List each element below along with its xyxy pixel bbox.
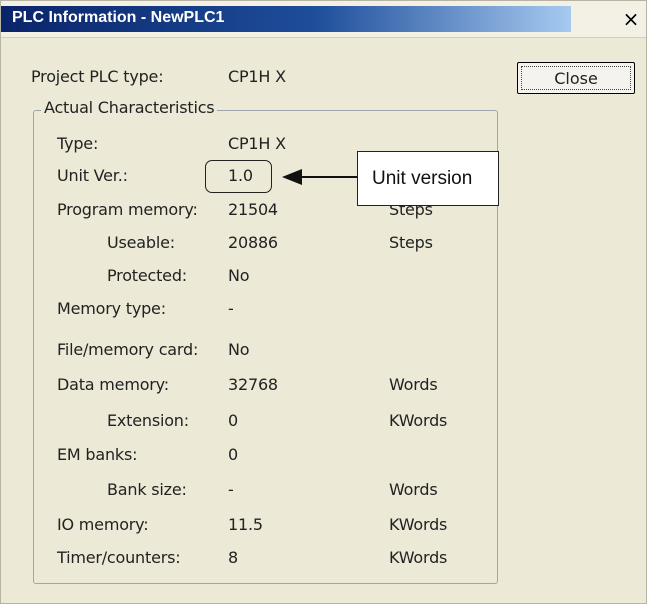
- callout-text: Unit version: [372, 168, 473, 189]
- callout-arrow-icon: [282, 169, 357, 185]
- unit-version-callout: Unit version: [357, 151, 499, 206]
- plc-information-dialog: PLC Information - NewPLC1 × Project PLC …: [0, 0, 647, 604]
